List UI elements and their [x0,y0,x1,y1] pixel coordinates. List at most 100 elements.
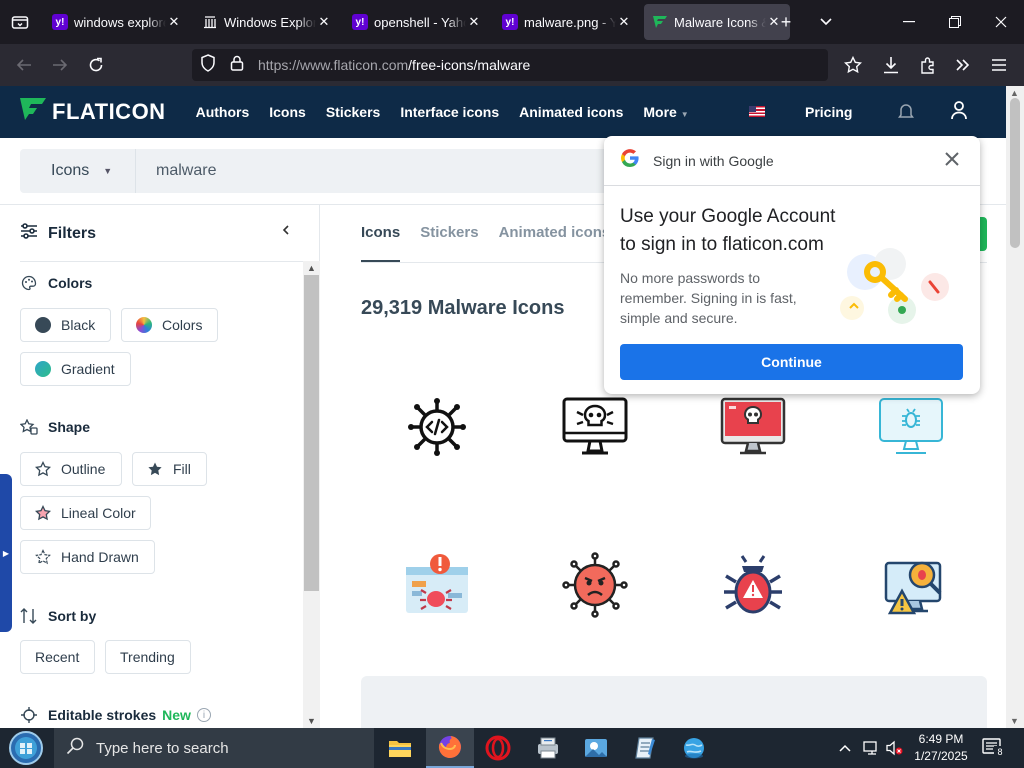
tab-close-icon[interactable]: ✕ [316,14,332,30]
scroll-down-icon[interactable]: ▼ [1010,716,1019,726]
photo-viewer-icon[interactable] [572,728,620,768]
filter-black[interactable]: Black [20,308,111,342]
search-type-label: Icons [51,162,90,179]
network-icon[interactable] [862,728,880,768]
hamburger-menu-icon[interactable] [981,49,1017,81]
url-text[interactable]: https://www.flaticon.com/free-icons/malw… [258,57,530,73]
lock-icon[interactable] [230,55,244,76]
show-hidden-icons-icon[interactable] [838,728,852,768]
divider [20,261,303,262]
scroll-up-icon[interactable]: ▲ [307,263,316,273]
nav-icons[interactable]: Icons [269,104,306,120]
continue-button[interactable]: Continue [620,344,963,380]
new-tab-button[interactable]: + [766,0,806,44]
list-all-tabs-icon[interactable] [806,0,846,44]
angry-virus-icon[interactable] [555,545,635,625]
computer-warning-icon[interactable] [871,545,951,625]
colors-swatch [136,317,152,333]
opera-icon[interactable] [474,728,522,768]
flaticon-logo[interactable]: FLATICON [20,98,166,126]
bug-monitor-icon[interactable] [871,387,951,467]
sort-recent[interactable]: Recent [20,640,95,674]
bug-warning-icon[interactable] [713,545,793,625]
search-icon [66,737,84,759]
notepad-icon[interactable] [622,728,670,768]
filters-title: Filters [48,224,97,242]
taskbar-search-input[interactable]: Type here to search [54,728,374,768]
filter-fill[interactable]: Fill [132,452,207,486]
page-scroll-thumb[interactable] [1010,98,1020,248]
browser-tab-strip: y! windows explorer ✕ Windows Explorer ✕… [0,0,1024,44]
browser-bug-alert-icon[interactable] [397,545,477,625]
url-bar[interactable]: https://www.flaticon.com/free-icons/malw… [192,49,828,81]
nav-authors[interactable]: Authors [196,104,250,120]
tab-close-icon[interactable]: ✕ [166,14,182,30]
nav-more[interactable]: More ▼ [643,104,688,120]
tab-animated-icons[interactable]: Animated icons [499,224,611,262]
back-icon[interactable] [6,49,42,81]
popup-close-icon[interactable] [944,150,960,173]
overflow-menu-icon[interactable] [945,49,981,81]
system-clock[interactable]: 6:49 PM 1/27/2025 [906,731,976,765]
chip-label: Colors [162,317,203,333]
tab-close-icon[interactable]: ✕ [466,14,482,30]
filter-lineal-color[interactable]: Lineal Color [20,496,151,530]
volume-muted-icon[interactable] [885,728,903,768]
filter-colors[interactable]: Colors [121,308,218,342]
tab-close-icon[interactable]: ✕ [616,14,632,30]
collapse-sidebar-icon[interactable] [281,223,291,241]
info-icon[interactable]: i [196,708,211,722]
reload-icon[interactable] [78,49,114,81]
nav-interface-icons[interactable]: Interface icons [400,104,499,120]
sort-trending[interactable]: Trending [105,640,191,674]
shield-icon[interactable] [200,53,216,77]
red-skull-monitor-icon[interactable] [713,387,793,467]
sidebar-scrollbar[interactable]: ▲ ▼ [303,261,320,728]
tab-title: Windows Explorer [224,14,316,30]
popup-title-line1: Use your Google Account [620,206,836,227]
tab-title: windows explorer [74,14,166,30]
file-explorer-icon[interactable] [376,728,424,768]
virus-code-icon[interactable] [397,387,477,467]
filters-heading: Filters [20,223,96,244]
page-scrollbar[interactable]: ▲ ▼ [1006,86,1024,728]
search-input[interactable]: malware [156,162,216,180]
filter-gradient[interactable]: Gradient [20,352,131,386]
nav-pricing[interactable]: Pricing [805,104,852,120]
editable-strokes-title: Editable strokes New i [20,706,211,724]
start-button-icon[interactable] [0,728,52,768]
forward-icon[interactable] [42,49,78,81]
browser-tab[interactable]: y! windows explorer ✕ [44,4,190,40]
bell-icon[interactable] [897,102,915,125]
us-flag-icon[interactable] [749,106,765,117]
browser-tab[interactable]: y! malware.png - Yahoo ✕ [494,4,640,40]
firefox-icon[interactable] [426,728,474,768]
notification-icon[interactable]: 8 [982,738,1006,763]
scroll-down-icon[interactable]: ▼ [307,716,316,726]
restore-icon[interactable] [932,0,978,44]
nav-stickers[interactable]: Stickers [326,104,380,120]
globe-app-icon[interactable] [670,728,718,768]
extensions-icon[interactable] [910,49,946,81]
bookmark-star-icon[interactable] [835,49,871,81]
tab-icons[interactable]: Icons [361,224,401,262]
tab-stickers[interactable]: Stickers [420,224,478,262]
printer-app-icon[interactable] [524,728,572,768]
sidebar-scroll-thumb[interactable] [304,275,319,591]
yahoo-icon: y! [52,14,68,30]
filter-hand-drawn[interactable]: Hand Drawn [20,540,155,574]
flaticon-logo-icon [20,98,46,126]
scroll-up-icon[interactable]: ▲ [1010,88,1019,98]
browser-tab[interactable]: y! openshell - Yahoo ✕ [344,4,490,40]
sidebar-expand-handle[interactable]: ▶ [0,474,12,632]
filter-outline[interactable]: Outline [20,452,122,486]
window-close-icon[interactable] [978,0,1024,44]
nav-animated-icons[interactable]: Animated icons [519,104,623,120]
downloads-icon[interactable] [873,49,909,81]
search-type-select[interactable]: Icons ▼ [20,149,136,193]
user-icon[interactable] [950,100,968,125]
minimize-icon[interactable] [886,0,932,44]
tab-list-icon[interactable] [0,0,40,44]
browser-tab[interactable]: Windows Explorer ✕ [194,4,340,40]
skull-monitor-icon[interactable] [555,387,635,467]
